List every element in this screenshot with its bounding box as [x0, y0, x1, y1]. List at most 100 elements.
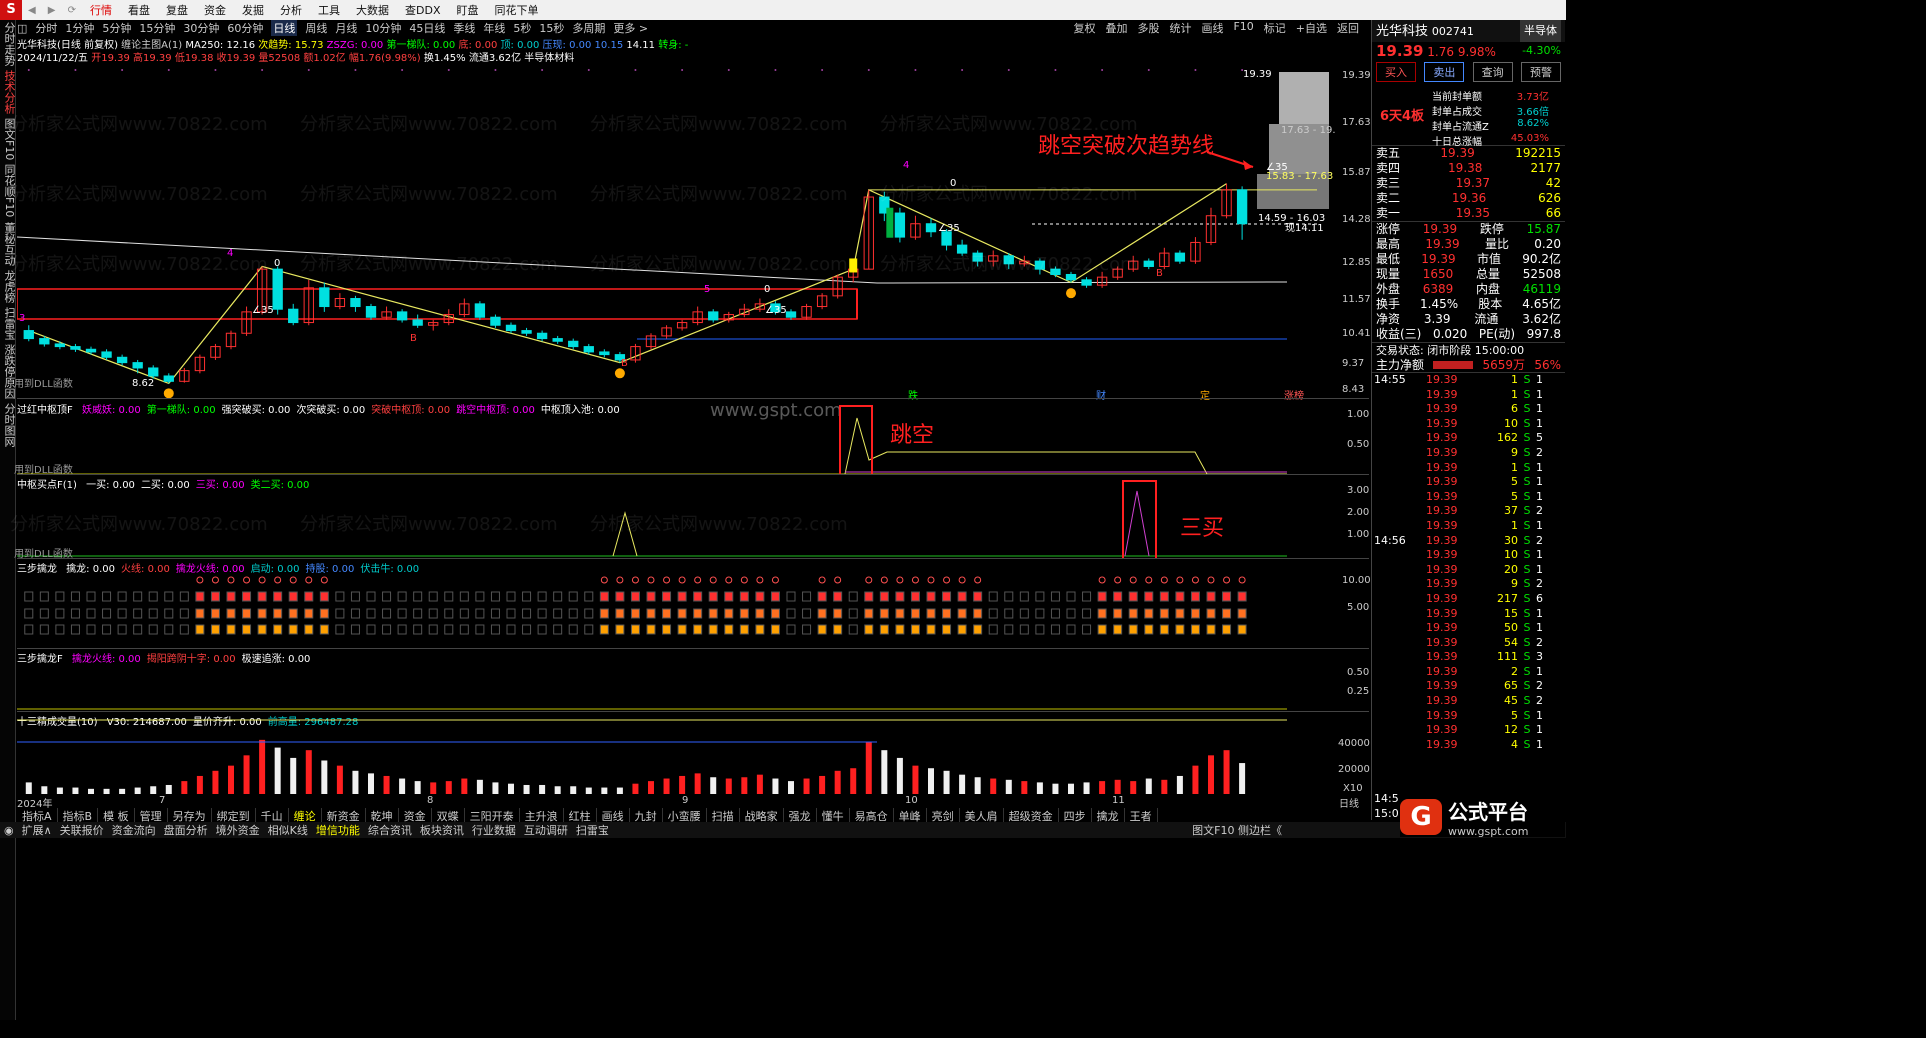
- side-tab[interactable]: 扫雷宝: [0, 305, 16, 342]
- extension-tab[interactable]: 境外资金: [212, 822, 264, 838]
- chart-tool[interactable]: 复权: [1073, 20, 1095, 36]
- indicator-tab[interactable]: 红柱: [564, 808, 597, 823]
- chart-tool[interactable]: 叠加: [1105, 20, 1127, 36]
- extension-tab[interactable]: 相似K线: [264, 822, 312, 838]
- menu-item[interactable]: 分析: [272, 2, 310, 18]
- indicator-tab[interactable]: 王者: [1125, 808, 1158, 823]
- forward-icon[interactable]: ▶: [48, 5, 56, 16]
- extension-tab[interactable]: 扩展∧: [18, 822, 56, 838]
- indicator-tab[interactable]: 管理: [135, 808, 168, 823]
- layout-icon[interactable]: ◫: [17, 22, 27, 35]
- indicator-tab[interactable]: 千山: [256, 808, 289, 823]
- order-book-row[interactable]: 卖三 19.37 42: [1372, 176, 1565, 191]
- chart-tool[interactable]: 标记: [1264, 20, 1286, 36]
- extension-tab[interactable]: 板块资讯: [416, 822, 468, 838]
- chart-tool[interactable]: 统计: [1169, 20, 1191, 36]
- period-tab[interactable]: 15分钟: [139, 20, 175, 36]
- panel1-chart[interactable]: [17, 400, 1369, 474]
- side-tab[interactable]: 涨跌停原因: [0, 342, 16, 401]
- period-tab[interactable]: 年线: [483, 20, 505, 36]
- indicator-tab[interactable]: 三阳开泰: [465, 808, 520, 823]
- period-tab[interactable]: 分时: [35, 20, 57, 36]
- back-icon[interactable]: ◀: [28, 5, 36, 16]
- order-book-row[interactable]: 卖五 19.39 192215: [1372, 146, 1565, 161]
- indicator-tab[interactable]: 主升浪: [520, 808, 564, 823]
- side-tab[interactable]: 技术分析: [0, 68, 16, 116]
- period-tab[interactable]: 45日线: [409, 20, 445, 36]
- period-tab[interactable]: 1分钟: [65, 20, 94, 36]
- menu-item[interactable]: 工具: [310, 2, 348, 18]
- chart-tool[interactable]: 多股: [1137, 20, 1159, 36]
- indicator-tab[interactable]: 战略家: [740, 808, 784, 823]
- period-tab[interactable]: 5秒: [513, 20, 531, 36]
- indicator-tab[interactable]: 画线: [597, 808, 630, 823]
- indicator-tab[interactable]: 单峰: [894, 808, 927, 823]
- indicator-tab[interactable]: 缠论: [289, 808, 322, 823]
- sell-button[interactable]: 卖出: [1424, 62, 1465, 82]
- panel2-chart[interactable]: [17, 475, 1369, 558]
- indicator-tab[interactable]: 超级资金: [1004, 808, 1059, 823]
- period-tab[interactable]: 日线: [271, 20, 298, 36]
- menu-item[interactable]: 盯盘: [448, 2, 486, 18]
- indicator-tab[interactable]: 擒龙: [1092, 808, 1125, 823]
- period-tab[interactable]: 5分钟: [102, 20, 131, 36]
- indicator-tab[interactable]: 资金: [399, 808, 432, 823]
- period-tab[interactable]: 月线: [335, 20, 357, 36]
- chart-tool[interactable]: +自选: [1296, 20, 1327, 36]
- order-book-row[interactable]: 卖二 19.36 626: [1372, 191, 1565, 206]
- menu-item[interactable]: 复盘: [158, 2, 196, 18]
- menu-item[interactable]: 查DDX: [397, 2, 448, 18]
- extension-tab[interactable]: 行业数据: [468, 822, 520, 838]
- side-tab[interactable]: 分时走势: [0, 20, 16, 68]
- panel4-chart[interactable]: [17, 649, 1369, 711]
- indicator-tab[interactable]: 小蛮腰: [663, 808, 707, 823]
- period-tab[interactable]: 15秒: [539, 20, 564, 36]
- indicator-tab[interactable]: 懂牛: [817, 808, 850, 823]
- indicator-tab[interactable]: 双蝶: [432, 808, 465, 823]
- indicator-tab[interactable]: 四步: [1059, 808, 1092, 823]
- panel-divider[interactable]: [17, 398, 1369, 399]
- panel3-chart[interactable]: [17, 559, 1369, 648]
- indicator-tab[interactable]: 强龙: [784, 808, 817, 823]
- order-book-row[interactable]: 卖四 19.38 2177: [1372, 161, 1565, 176]
- period-tab[interactable]: 多周期: [572, 20, 605, 36]
- period-tab[interactable]: 更多 >: [613, 20, 648, 36]
- indicator-tab[interactable]: 扫描: [707, 808, 740, 823]
- extension-tab[interactable]: 扫雷宝: [572, 822, 613, 838]
- menu-item[interactable]: 资金: [196, 2, 234, 18]
- menu-item[interactable]: 看盘: [120, 2, 158, 18]
- indicator-tab[interactable]: 乾坤: [366, 808, 399, 823]
- extension-tab[interactable]: 增信功能: [312, 822, 364, 838]
- menu-item[interactable]: 行情: [82, 2, 120, 18]
- extension-tab[interactable]: 资金流向: [108, 822, 160, 838]
- period-tab[interactable]: 10分钟: [365, 20, 401, 36]
- refresh-icon[interactable]: ⟳: [68, 5, 76, 16]
- indicator-tab[interactable]: 另存为: [168, 808, 212, 823]
- indicator-tab[interactable]: 美人肩: [960, 808, 1004, 823]
- period-tab[interactable]: 季线: [453, 20, 475, 36]
- alert-button[interactable]: 预警: [1520, 62, 1561, 82]
- query-button[interactable]: 查询: [1472, 62, 1513, 82]
- toggle-icon[interactable]: ◉: [0, 824, 18, 837]
- chart-tool[interactable]: 返回: [1337, 20, 1359, 36]
- menu-item[interactable]: 大数据: [348, 2, 397, 18]
- side-toggle[interactable]: 图文F10 侧边栏《: [1188, 822, 1286, 838]
- extension-tab[interactable]: 盘面分析: [160, 822, 212, 838]
- period-tab[interactable]: 60分钟: [227, 20, 263, 36]
- menu-item[interactable]: 同花下单: [486, 2, 546, 18]
- extension-tab[interactable]: 关联报价: [56, 822, 108, 838]
- menu-item[interactable]: 发掘: [234, 2, 272, 18]
- chart-tool[interactable]: F10: [1233, 20, 1253, 36]
- side-tab[interactable]: 分时图网: [0, 401, 16, 449]
- indicator-tab[interactable]: 九封: [630, 808, 663, 823]
- indicator-tab[interactable]: 绑定到: [212, 808, 256, 823]
- indicator-tab[interactable]: 亮剑: [927, 808, 960, 823]
- chart-tool[interactable]: 画线: [1201, 20, 1223, 36]
- tick-list[interactable]: 14:55 19.39 1 S 1 19.39 1 S 1 19.39 6 S 1 19.39 10 S 1 19…: [1372, 373, 1565, 752]
- indicator-tab[interactable]: 易高仓: [850, 808, 894, 823]
- sector-badge[interactable]: 半导体: [1520, 20, 1561, 42]
- indicator-tab[interactable]: 模 板: [98, 808, 135, 823]
- indicator-tab[interactable]: 指标A: [17, 808, 58, 823]
- indicator-tab[interactable]: 新资金: [322, 808, 366, 823]
- period-tab[interactable]: 周线: [305, 20, 327, 36]
